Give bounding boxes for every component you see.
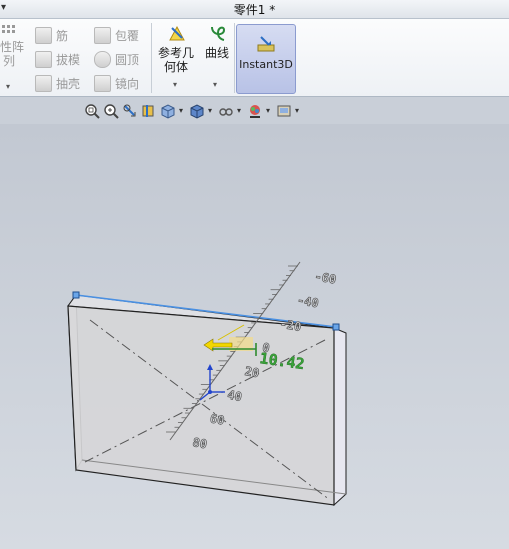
instant3d-label: Instant3D — [239, 58, 293, 71]
edge-endpoint-handle[interactable] — [332, 323, 340, 331]
wrap-icon — [94, 27, 111, 44]
reference-geometry-label-2: 何体 — [164, 60, 189, 74]
curves-label: 曲线 — [205, 46, 230, 60]
section-view-icon[interactable] — [141, 103, 157, 119]
ruler-label: 40 — [226, 388, 243, 404]
dome-button[interactable]: 圆顶 — [94, 51, 139, 68]
instant3d-icon — [257, 36, 275, 52]
part-right-side-face — [333, 327, 347, 507]
curves-icon — [211, 26, 226, 41]
display-style-icon[interactable] — [189, 103, 205, 119]
chevron-down-icon[interactable]: ▾ — [6, 82, 10, 91]
linear-pattern-button[interactable]: 线性阵 列 ▾ — [0, 24, 24, 91]
shell-icon — [35, 75, 52, 92]
ruler-label: 60 — [209, 411, 226, 427]
hide-show-icon[interactable] — [218, 103, 234, 119]
reference-geometry-button[interactable]: 参考几 何体 ▾ — [155, 24, 199, 92]
zoom-to-fit-icon[interactable] — [84, 103, 100, 119]
features-ribbon: 线性阵 列 ▾ 筋 拔模 抽壳 包覆 圆顶 镜向 参考几 何体 ▾ 曲线 ▾ — [0, 19, 509, 97]
rib-button[interactable]: 筋 — [35, 27, 68, 44]
linear-pattern-label-2: 列 — [3, 54, 16, 68]
shell-label: 抽壳 — [56, 77, 81, 91]
reference-geometry-icon — [169, 25, 185, 41]
ribbon-separator — [234, 23, 235, 93]
draft-label: 拔模 — [56, 53, 81, 67]
ribbon-separator — [151, 23, 152, 93]
previous-view-icon[interactable] — [122, 103, 138, 119]
mirror-button[interactable]: 镜向 — [94, 75, 139, 92]
rib-label: 筋 — [56, 29, 69, 43]
title-bar: ▾ 零件1 * — [0, 0, 509, 19]
window-title: 零件1 * — [233, 3, 276, 17]
draft-icon — [35, 51, 52, 68]
mirror-label: 镜向 — [115, 77, 140, 91]
instant3d-button[interactable]: Instant3D — [236, 24, 296, 94]
dome-icon — [94, 51, 111, 68]
chevron-down-icon[interactable]: ▾ — [213, 80, 217, 89]
wrap-button[interactable]: 包覆 — [94, 27, 139, 44]
chevron-down-icon[interactable]: ▾ — [173, 80, 177, 89]
edit-appearance-icon[interactable] — [247, 103, 263, 119]
edge-endpoint-handle[interactable] — [72, 291, 80, 299]
chevron-down-icon[interactable]: ▾ — [208, 103, 215, 119]
view-orientation-icon[interactable] — [160, 103, 176, 119]
chevron-down-icon[interactable]: ▾ — [295, 103, 302, 119]
heads-up-view-toolbar: ▾ ▾ ▾ ▾ ▾ — [84, 101, 302, 121]
chevron-down-icon[interactable]: ▾ — [266, 103, 273, 119]
mirror-icon — [94, 75, 111, 92]
curves-button[interactable]: 曲线 ▾ — [203, 24, 233, 92]
extruded-part[interactable] — [67, 291, 347, 507]
zoom-area-icon[interactable] — [103, 103, 119, 119]
wrap-label: 包覆 — [115, 29, 140, 43]
draft-button[interactable]: 拔模 — [35, 51, 80, 68]
chevron-down-icon[interactable]: ▾ — [237, 103, 244, 119]
apply-scene-icon[interactable] — [276, 103, 292, 119]
rib-icon — [35, 27, 52, 44]
dome-label: 圆顶 — [115, 53, 140, 67]
chevron-down-icon[interactable]: ▾ — [179, 103, 186, 119]
shell-button[interactable]: 抽壳 — [35, 75, 80, 92]
ruler-label: 80 — [191, 435, 208, 451]
graphics-area[interactable]: -60-40-20020406080 10.42 — [0, 124, 509, 549]
